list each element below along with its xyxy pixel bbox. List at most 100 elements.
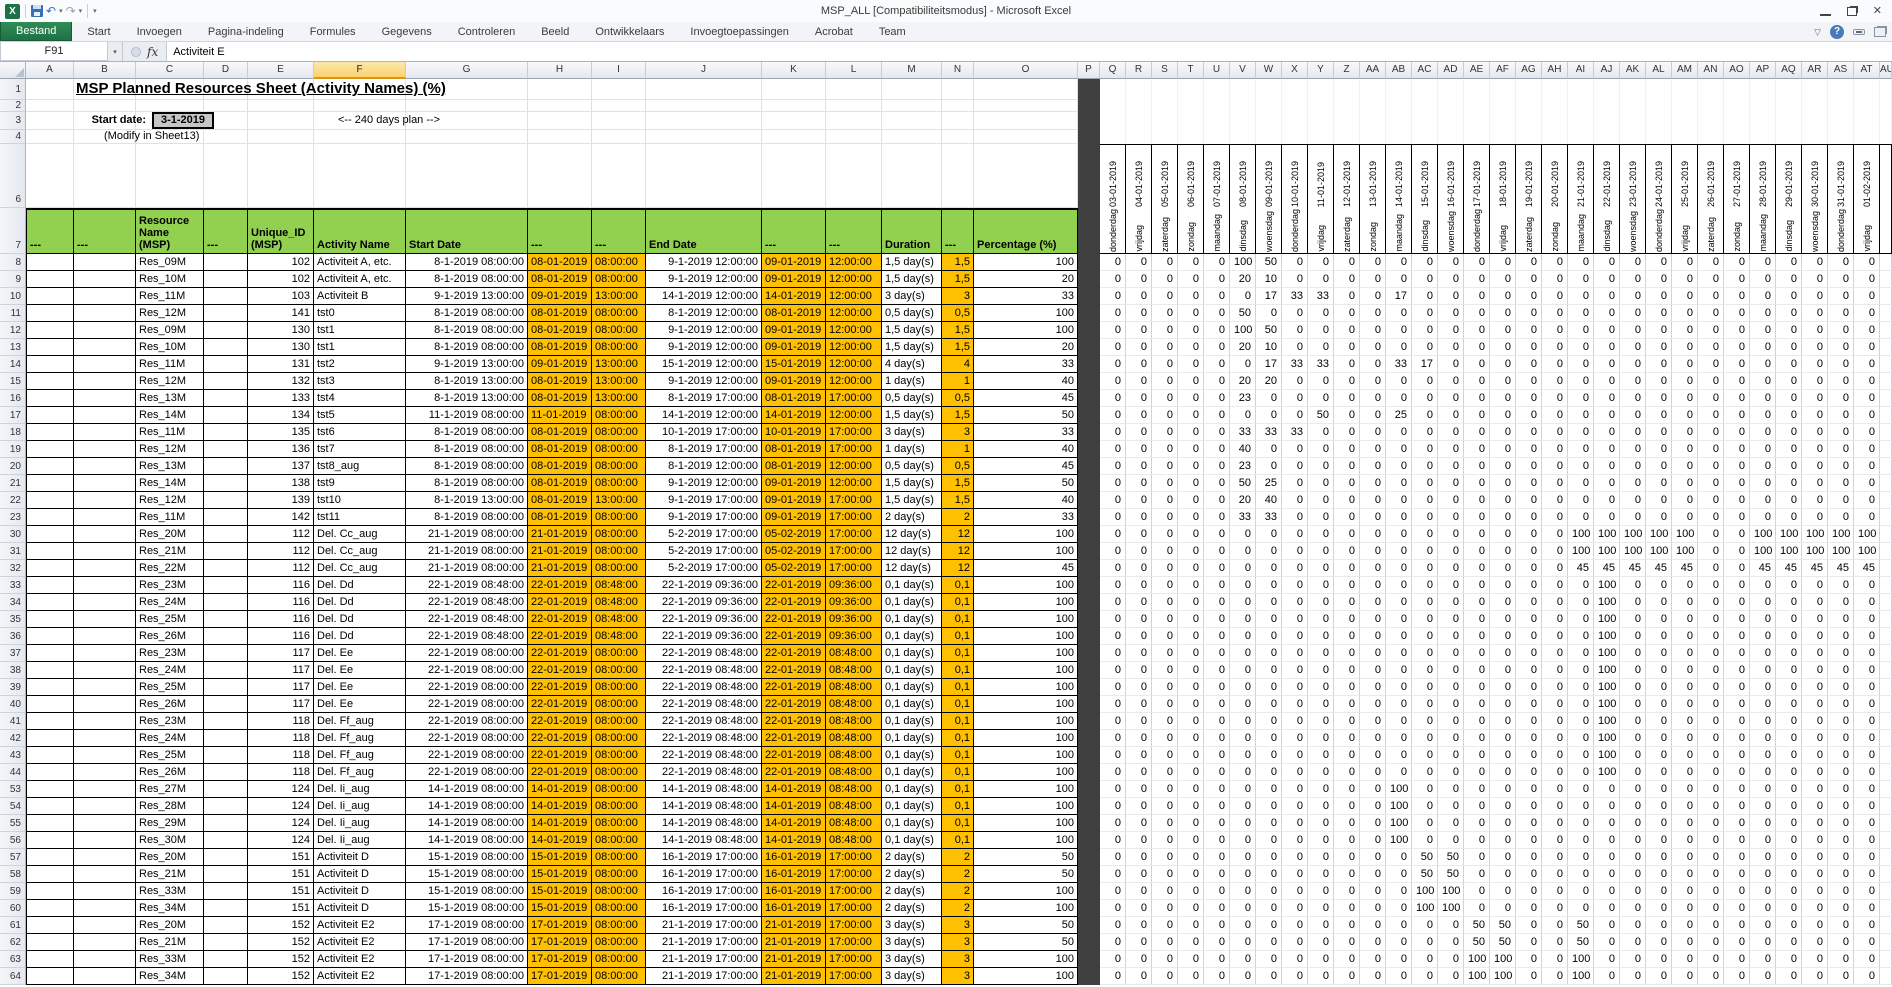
grid-value-cell[interactable]: 0 — [1360, 849, 1386, 866]
cell-start-date[interactable]: 17-1-2019 08:00:00 — [406, 968, 528, 985]
grid-value-cell[interactable]: 0 — [1854, 832, 1880, 849]
grid-value-cell[interactable]: 0 — [1724, 645, 1750, 662]
formula-input[interactable]: Activiteit E — [166, 42, 1892, 61]
grid-value-cell[interactable]: 0 — [1828, 917, 1854, 934]
grid-value-cell[interactable]: 0 — [1750, 390, 1776, 407]
cell-end-day[interactable]: 08-01-2019 — [762, 390, 826, 407]
column-header-AK[interactable]: AK — [1620, 62, 1646, 79]
table-header-cell[interactable]: --- — [826, 208, 882, 254]
grid-value-cell[interactable]: 0 — [1412, 713, 1438, 730]
grid-value-cell[interactable]: 0 — [1672, 577, 1698, 594]
grid-value-cell[interactable]: 0 — [1776, 628, 1802, 645]
grid-value-cell[interactable]: 0 — [1100, 968, 1126, 985]
grid-value-cell[interactable]: 0 — [1178, 254, 1204, 271]
grid-value-cell[interactable]: 0 — [1490, 305, 1516, 322]
grid-value-cell[interactable]: 0 — [1464, 424, 1490, 441]
grid-value-cell[interactable]: 0 — [1126, 254, 1152, 271]
cell-duration[interactable]: 0,1 day(s) — [882, 594, 942, 611]
cell-start-time[interactable]: 08:00:00 — [592, 407, 646, 424]
grid-value-cell[interactable]: 0 — [1152, 696, 1178, 713]
cell-duration-num[interactable]: 3 — [942, 951, 974, 968]
grid-value-cell[interactable]: 0 — [1256, 458, 1282, 475]
grid-value-cell[interactable]: 0 — [1750, 594, 1776, 611]
grid-value-cell[interactable]: 0 — [1594, 441, 1620, 458]
column-header-AB[interactable]: AB — [1386, 62, 1412, 79]
grid-value-cell[interactable]: 0 — [1672, 645, 1698, 662]
grid-value-cell[interactable]: 0 — [1490, 900, 1516, 917]
grid-value-cell[interactable]: 0 — [1516, 254, 1542, 271]
grid-value-cell[interactable]: 0 — [1308, 883, 1334, 900]
grid-value-cell[interactable]: 0 — [1646, 764, 1672, 781]
grid-value-cell[interactable]: 0 — [1516, 832, 1542, 849]
cell-start-day[interactable]: 08-01-2019 — [528, 271, 592, 288]
name-box[interactable]: F91 — [0, 42, 108, 61]
grid-value-cell[interactable]: 0 — [1802, 645, 1828, 662]
cell-duration-num[interactable]: 0,1 — [942, 713, 974, 730]
empty-cell[interactable] — [204, 883, 248, 900]
grid-value-cell[interactable]: 0 — [1516, 628, 1542, 645]
grid-value-cell[interactable]: 0 — [1334, 900, 1360, 917]
grid-value-cell[interactable]: 0 — [1672, 662, 1698, 679]
cell-start-day[interactable]: 17-01-2019 — [528, 951, 592, 968]
cell-start-time[interactable]: 08:00:00 — [592, 424, 646, 441]
grid-value-cell[interactable]: 0 — [1230, 560, 1256, 577]
grid-value-cell[interactable]: 0 — [1438, 577, 1464, 594]
grid-value-cell[interactable]: 0 — [1334, 322, 1360, 339]
date-header-cell[interactable]: 01-02-2019 — [1854, 144, 1880, 208]
grid-value-cell[interactable]: 0 — [1490, 866, 1516, 883]
empty-cell[interactable] — [74, 628, 136, 645]
row-number[interactable]: 41 — [0, 713, 26, 730]
empty-cell[interactable] — [204, 475, 248, 492]
cell-percentage[interactable]: 50 — [974, 849, 1078, 866]
minimize-icon[interactable] — [1820, 6, 1831, 16]
cell-end-time[interactable]: 08:48:00 — [826, 730, 882, 747]
grid-value-cell[interactable]: 0 — [1646, 968, 1672, 985]
grid-value-cell[interactable]: 0 — [1802, 458, 1828, 475]
cell-activity[interactable]: tst1 — [314, 322, 406, 339]
grid-value-cell[interactable]: 0 — [1672, 730, 1698, 747]
cell-resource[interactable]: Res_33M — [136, 883, 204, 900]
grid-value-cell[interactable]: 0 — [1178, 832, 1204, 849]
grid-value-cell[interactable]: 0 — [1100, 917, 1126, 934]
cell-activity[interactable]: tst4 — [314, 390, 406, 407]
grid-value-cell[interactable]: 0 — [1256, 747, 1282, 764]
grid-value-cell[interactable]: 0 — [1438, 271, 1464, 288]
grid-value-cell[interactable]: 0 — [1126, 356, 1152, 373]
grid-value-cell[interactable]: 0 — [1724, 696, 1750, 713]
day-header-cell[interactable]: woensdag — [1802, 208, 1828, 254]
grid-value-cell[interactable]: 0 — [1672, 594, 1698, 611]
grid-value-cell[interactable]: 17 — [1256, 288, 1282, 305]
row-number[interactable]: 18 — [0, 424, 26, 441]
grid-value-cell[interactable]: 100 — [1594, 696, 1620, 713]
empty-cell[interactable] — [204, 424, 248, 441]
grid-value-cell[interactable]: 0 — [1308, 798, 1334, 815]
cell-duration-num[interactable]: 2 — [942, 866, 974, 883]
column-header-AS[interactable]: AS — [1828, 62, 1854, 79]
grid-value-cell[interactable]: 0 — [1230, 577, 1256, 594]
grid-value-cell[interactable]: 0 — [1724, 390, 1750, 407]
grid-value-cell[interactable]: 0 — [1620, 339, 1646, 356]
empty-cell[interactable] — [1256, 112, 1282, 130]
grid-value-cell[interactable]: 100 — [1620, 526, 1646, 543]
empty-cell[interactable] — [204, 594, 248, 611]
grid-value-cell[interactable]: 0 — [1828, 628, 1854, 645]
grid-value-cell[interactable]: 10 — [1256, 339, 1282, 356]
grid-value-cell[interactable]: 0 — [1438, 628, 1464, 645]
grid-value-cell[interactable]: 0 — [1724, 866, 1750, 883]
grid-value-cell[interactable]: 0 — [1724, 288, 1750, 305]
grid-value-cell[interactable]: 0 — [1568, 424, 1594, 441]
column-header-R[interactable]: R — [1126, 62, 1152, 79]
grid-value-cell[interactable]: 0 — [1334, 934, 1360, 951]
grid-value-cell[interactable]: 0 — [1516, 951, 1542, 968]
maximize-icon[interactable] — [1847, 7, 1857, 16]
table-header-cell[interactable]: Start Date — [406, 208, 528, 254]
grid-value-cell[interactable]: 33 — [1282, 356, 1308, 373]
grid-value-cell[interactable]: 0 — [1802, 339, 1828, 356]
cell-start-day[interactable]: 09-01-2019 — [528, 356, 592, 373]
row-number[interactable]: 4 — [0, 130, 26, 144]
cell-start-date[interactable]: 17-1-2019 08:00:00 — [406, 951, 528, 968]
date-header-cell[interactable]: 08-01-2019 — [1230, 144, 1256, 208]
empty-cell[interactable] — [26, 339, 74, 356]
cell-duration-num[interactable]: 2 — [942, 883, 974, 900]
cell-unique-id[interactable]: 137 — [248, 458, 314, 475]
